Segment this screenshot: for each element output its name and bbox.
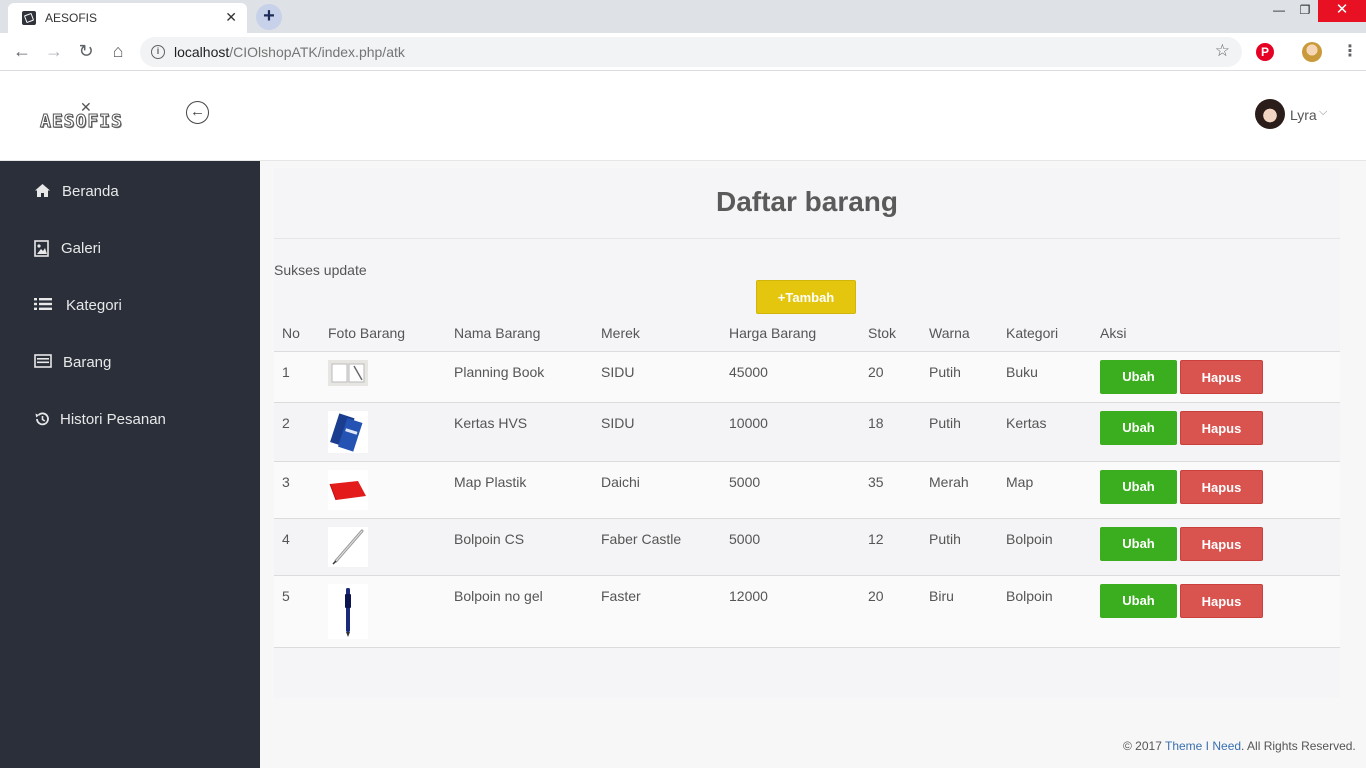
address-bar[interactable]: i localhost/CIOlshopATK/index.php/atk ☆ — [140, 37, 1242, 67]
user-name[interactable]: Lyra — [1290, 107, 1317, 123]
delete-button[interactable]: Hapus — [1180, 411, 1263, 445]
column-header: Kategori — [1006, 325, 1059, 341]
table-row: 3 Map Plastik Daichi 5000 35 Merah Map U… — [274, 462, 1340, 519]
column-header: No — [282, 325, 300, 341]
home-browser-icon[interactable]: ⌂ — [106, 40, 130, 64]
tab-title: AESOFIS — [45, 11, 98, 25]
browser-tabstrip: AESOFIS ✕ + — ❐ ✕ — [0, 0, 1366, 33]
back-arrow-icon[interactable]: ← — [10, 40, 34, 64]
edit-button[interactable]: Ubah — [1100, 411, 1177, 445]
browser-tab[interactable]: AESOFIS ✕ — [8, 3, 247, 33]
delete-button[interactable]: Hapus — [1180, 360, 1263, 394]
flash-message: Sukses update — [274, 262, 367, 278]
delete-button[interactable]: Hapus — [1180, 527, 1263, 561]
table-row: 1 Planning Book SIDU 45000 20 Putih Buku… — [274, 352, 1340, 403]
edit-button[interactable]: Ubah — [1100, 584, 1177, 618]
edit-button[interactable]: Ubah — [1100, 470, 1177, 504]
column-header: Aksi — [1100, 325, 1127, 341]
home-icon — [34, 183, 52, 199]
add-item-button[interactable]: +Tambah — [756, 280, 856, 314]
product-photo — [328, 584, 368, 639]
page-title: Daftar barang — [715, 186, 899, 217]
sidebar-toggle-back-icon[interactable]: ← — [186, 101, 209, 124]
image-icon — [34, 240, 52, 257]
url-text: localhost/CIOlshopATK/index.php/atk — [174, 44, 405, 60]
table-header: No Foto Barang Nama Barang Merek Harga B… — [274, 323, 1340, 352]
reload-icon[interactable]: ↻ — [74, 40, 98, 64]
column-header: Nama Barang — [454, 325, 541, 341]
pinterest-extension-icon[interactable]: P — [1256, 43, 1274, 61]
forward-arrow-icon[interactable]: → — [42, 40, 66, 64]
delete-button[interactable]: Hapus — [1180, 584, 1263, 618]
user-avatar[interactable] — [1255, 99, 1285, 129]
product-photo — [328, 527, 368, 567]
list-icon — [34, 297, 52, 313]
product-photo — [328, 360, 368, 386]
product-photo — [328, 411, 368, 453]
delete-button[interactable]: Hapus — [1180, 470, 1263, 504]
profile-avatar-icon[interactable] — [1302, 42, 1322, 62]
column-header: Merek — [601, 325, 640, 341]
aesofis-logo[interactable]: ✕ AESOFIS — [40, 99, 140, 133]
divider — [274, 238, 1340, 239]
column-header: Foto Barang — [328, 325, 406, 341]
bookmark-star-icon[interactable]: ☆ — [1215, 41, 1230, 61]
close-window-icon[interactable]: ✕ — [1318, 0, 1366, 22]
app-header: ✕ AESOFIS ← Lyra ⌵ — [0, 71, 1366, 161]
browser-menu-icon[interactable]: ⋮ — [1340, 42, 1360, 62]
edit-button[interactable]: Ubah — [1100, 527, 1177, 561]
history-icon — [34, 411, 52, 427]
column-header: Harga Barang — [729, 325, 817, 341]
column-header: Stok — [868, 325, 897, 341]
new-tab-button[interactable]: + — [256, 4, 282, 30]
table-row: 4 Bolpoin CS Faber Castle 5000 12 Putih … — [274, 519, 1340, 576]
content-panel: Daftar barang Sukses update +Tambah No F… — [274, 168, 1340, 698]
theme-link[interactable]: Theme I Need — [1165, 739, 1241, 753]
browser-toolbar: ← → ↻ ⌂ i localhost/CIOlshopATK/index.ph… — [0, 33, 1366, 71]
site-info-icon[interactable]: i — [151, 45, 165, 59]
chevron-down-icon[interactable]: ⌵ — [1319, 106, 1327, 119]
table-row: 2 Kertas HVS SIDU 10000 18 Putih Kertas … — [274, 403, 1340, 462]
card-icon — [34, 354, 52, 370]
footer: © 2017 Theme I Need. All Rights Reserved… — [1123, 739, 1356, 753]
sidebar: Beranda Galeri Kategori Barang Histori P… — [0, 161, 260, 768]
table-row: 5 Bolpoin no gel Faster 12000 20 Biru Bo… — [274, 576, 1340, 648]
restore-window-icon[interactable]: ❐ — [1290, 0, 1320, 22]
column-header: Warna — [929, 325, 970, 341]
product-photo — [328, 470, 368, 510]
close-tab-icon[interactable]: ✕ — [225, 9, 237, 25]
site-favicon-icon — [22, 11, 36, 25]
edit-button[interactable]: Ubah — [1100, 360, 1177, 394]
